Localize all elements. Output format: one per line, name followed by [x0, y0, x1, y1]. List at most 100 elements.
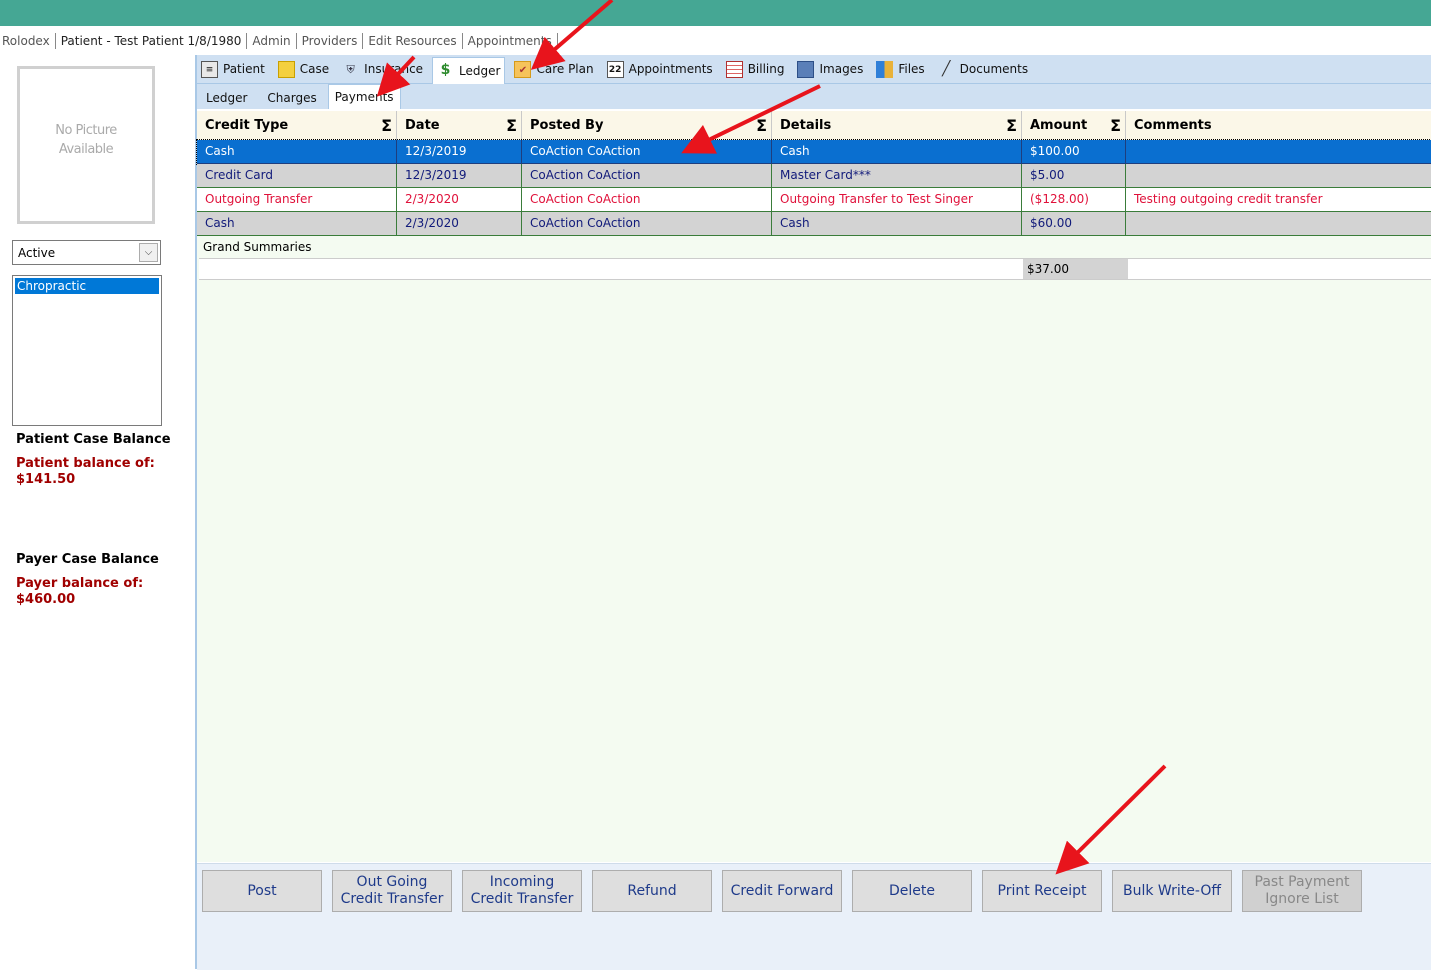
chevron-down-icon[interactable]: ⌵ — [139, 243, 158, 262]
title-bar — [0, 0, 1431, 26]
table-row[interactable]: Outgoing Transfer 2/3/2020 CoAction CoAc… — [197, 188, 1431, 212]
cell-posted-by: CoAction CoAction — [522, 212, 772, 236]
tab-appointments[interactable]: 22 Appointments — [603, 57, 717, 81]
tab-ledger-label: Ledger — [459, 63, 501, 78]
nav-rolodex[interactable]: Rolodex — [0, 33, 56, 49]
refund-button-label: Refund — [627, 882, 677, 899]
case-list[interactable]: Chropractic — [12, 275, 162, 426]
patient-tab-bar: ≡ Patient Case ⛨ Insurance $ Ledger ✔ Ca… — [197, 55, 1431, 84]
table-row[interactable]: Credit Card 12/3/2019 CoAction CoAction … — [197, 164, 1431, 188]
tab-case[interactable]: Case — [274, 57, 333, 81]
tab-documents-label: Documents — [959, 62, 1029, 76]
subtab-charges[interactable]: Charges — [258, 87, 327, 109]
column-header-comments[interactable]: Comments — [1126, 111, 1431, 140]
tab-patient-label: Patient — [223, 62, 265, 76]
cell-posted-by: CoAction CoAction — [522, 164, 772, 188]
nav-patient[interactable]: Patient - Test Patient 1/8/1980 — [56, 33, 248, 49]
cell-comments — [1126, 164, 1431, 188]
cell-comments — [1126, 140, 1431, 164]
subtab-payments[interactable]: Payments — [327, 84, 401, 109]
column-header-date[interactable]: Date Σ — [397, 111, 522, 140]
case-folder-icon — [277, 60, 295, 78]
column-header-details-label: Details — [780, 118, 832, 133]
cell-details: Cash — [772, 140, 1022, 164]
past-payment-ignore-list-button[interactable]: Past Payment Ignore List — [1242, 870, 1362, 912]
column-header-comments-label: Comments — [1134, 118, 1212, 133]
delete-button-label: Delete — [889, 882, 935, 899]
bulk-write-off-button[interactable]: Bulk Write-Off — [1112, 870, 1232, 912]
delete-button[interactable]: Delete — [852, 870, 972, 912]
cell-date: 12/3/2019 — [397, 140, 522, 164]
tab-ledger[interactable]: $ Ledger — [432, 56, 506, 84]
column-header-details[interactable]: Details Σ — [772, 111, 1022, 140]
tab-files-label: Files — [898, 62, 925, 76]
cell-amount: $60.00 — [1022, 212, 1126, 236]
tab-care-plan[interactable]: ✔ Care Plan — [510, 57, 597, 81]
sum-icon[interactable]: Σ — [756, 111, 767, 140]
past-payment-button-line1: Past Payment — [1254, 874, 1350, 890]
tab-billing-label: Billing — [747, 62, 785, 76]
patient-balance-label: Patient balance of: — [16, 456, 155, 471]
column-header-posted-by[interactable]: Posted By Σ — [522, 111, 772, 140]
cell-credit-type: Outgoing Transfer — [197, 188, 397, 212]
tab-insurance[interactable]: ⛨ Insurance — [338, 57, 427, 81]
grid-header: Credit Type Σ Date Σ Posted By Σ Details Σ A… — [197, 111, 1431, 141]
tab-case-label: Case — [299, 62, 330, 76]
cell-date: 2/3/2020 — [397, 188, 522, 212]
incoming-credit-transfer-button[interactable]: Incoming Credit Transfer — [462, 870, 582, 912]
column-header-amount[interactable]: Amount Σ — [1022, 111, 1126, 140]
cell-date: 12/3/2019 — [397, 164, 522, 188]
nav-appointments[interactable]: Appointments — [463, 33, 558, 49]
tab-files[interactable]: Files — [872, 57, 928, 81]
subtab-ledger[interactable]: Ledger — [197, 87, 258, 109]
refund-button[interactable]: Refund — [592, 870, 712, 912]
tab-images[interactable]: Images — [793, 57, 867, 81]
nav-admin[interactable]: Admin — [247, 33, 297, 49]
case-status-select[interactable]: Active ⌵ — [12, 240, 161, 265]
cell-date: 2/3/2020 — [397, 212, 522, 236]
past-payment-button-line2: Ignore List — [1265, 891, 1339, 907]
sum-icon[interactable]: Σ — [381, 111, 392, 140]
patient-balance-value: $141.50 — [16, 472, 76, 487]
cell-details: Cash — [772, 212, 1022, 236]
incoming-button-line2: Credit Transfer — [470, 891, 574, 907]
cell-comments: Testing outgoing credit transfer — [1126, 188, 1431, 212]
sum-icon[interactable]: Σ — [1006, 111, 1017, 140]
photo-placeholder-line1: No Picture — [55, 123, 117, 138]
bulk-write-off-button-label: Bulk Write-Off — [1123, 882, 1221, 899]
outgoing-credit-transfer-button[interactable]: Out Going Credit Transfer — [332, 870, 452, 912]
cell-amount: $5.00 — [1022, 164, 1126, 188]
case-list-item[interactable]: Chropractic — [15, 278, 159, 294]
nav-edit-resources[interactable]: Edit Resources — [363, 33, 463, 49]
print-receipt-button[interactable]: Print Receipt — [982, 870, 1102, 912]
cell-amount: ($128.00) — [1022, 188, 1126, 212]
column-header-amount-label: Amount — [1030, 118, 1088, 133]
column-header-date-label: Date — [405, 118, 440, 133]
ledger-money-icon: $ — [440, 62, 451, 78]
tab-billing[interactable]: Billing — [722, 57, 789, 81]
payer-balance-value: $460.00 — [16, 592, 76, 607]
photo-placeholder-line2: Available — [58, 142, 114, 157]
cell-posted-by: CoAction CoAction — [522, 140, 772, 164]
column-header-credit-type[interactable]: Credit Type Σ — [197, 111, 397, 140]
grand-summary-row: $37.00 — [199, 258, 1431, 280]
billing-icon — [725, 60, 743, 78]
ledger-subtab-bar: Ledger Charges Payments — [197, 84, 1431, 109]
sum-icon[interactable]: Σ — [506, 111, 517, 140]
nav-providers[interactable]: Providers — [297, 33, 364, 49]
tab-patient[interactable]: ≡ Patient — [197, 57, 269, 81]
table-row[interactable]: Cash 12/3/2019 CoAction CoAction Cash $1… — [196, 139, 1431, 165]
incoming-button-line1: Incoming — [489, 874, 555, 890]
photo-placeholder-text: No Picture Available — [20, 121, 152, 159]
table-row[interactable]: Cash 2/3/2020 CoAction CoAction Cash $60… — [197, 212, 1431, 236]
patient-photo: No Picture Available — [17, 66, 155, 224]
sum-icon[interactable]: Σ — [1110, 111, 1121, 140]
cell-details: Outgoing Transfer to Test Singer — [772, 188, 1022, 212]
credit-forward-button[interactable]: Credit Forward — [722, 870, 842, 912]
tab-documents[interactable]: ╱ Documents — [934, 57, 1032, 81]
column-header-posted-by-label: Posted By — [530, 118, 604, 133]
main-panel: ≡ Patient Case ⛨ Insurance $ Ledger ✔ Ca… — [196, 55, 1431, 970]
grand-summaries-label: Grand Summaries — [203, 240, 312, 254]
post-button-label: Post — [247, 882, 277, 899]
post-button[interactable]: Post — [202, 870, 322, 912]
